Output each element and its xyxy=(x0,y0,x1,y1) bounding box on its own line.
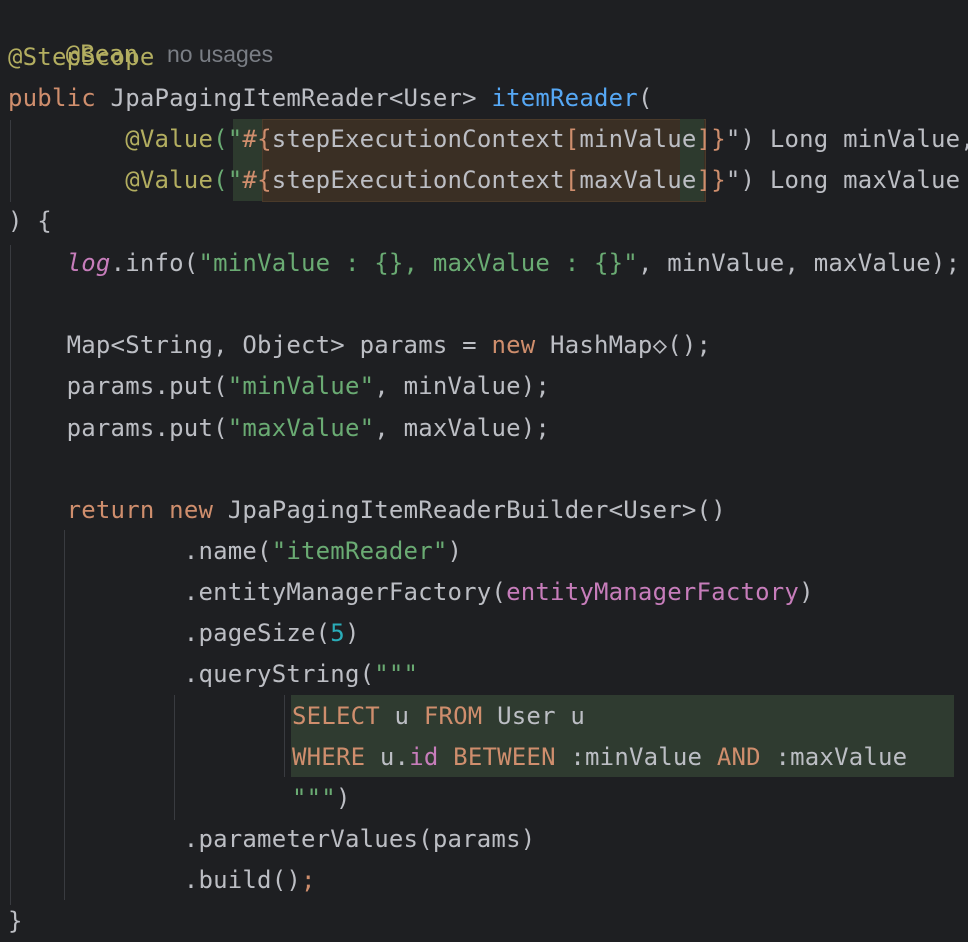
spel-bracket: [ xyxy=(564,125,580,153)
method-close: } xyxy=(8,907,23,935)
spel-bracket: ]} xyxy=(696,125,726,153)
code-line-2: @StepScope xyxy=(8,37,155,78)
text-block-close: """ xyxy=(292,784,336,812)
code-line-7: log.info("minValue : {}, maxValue : {}",… xyxy=(8,243,960,284)
usages-hint[interactable]: no usages xyxy=(167,41,273,67)
annotation-value: @Value xyxy=(125,166,214,194)
code-line-5: @Value("#{stepExecutionContext[maxValue]… xyxy=(8,160,960,201)
emf-call: .entityManagerFactory( xyxy=(183,578,507,606)
text-block-open: """ xyxy=(374,660,419,688)
string-open: (" xyxy=(213,166,243,194)
param-decl: ") Long minValue, xyxy=(725,125,968,153)
semicolon: ; xyxy=(301,866,316,894)
map-decl: Map<String, Object> params = xyxy=(66,331,492,359)
param-decl: ") Long maxValue xyxy=(725,166,961,194)
code-line-13: return new JpaPagingItemReaderBuilder<Us… xyxy=(8,490,726,531)
put-args: , minValue); xyxy=(374,372,551,400)
code-line-10: params.put("minValue", minValue); xyxy=(8,366,550,407)
paren: ) xyxy=(447,537,463,565)
code-line-6: ) { xyxy=(8,201,52,242)
code-line-16: .pageSize(5) xyxy=(8,613,360,654)
spel-hash: #{ xyxy=(242,125,272,153)
sql-keyword: WHERE xyxy=(292,743,366,771)
builder-ctor: JpaPagingItemReaderBuilder<User>() xyxy=(213,496,726,524)
sql-alias: u xyxy=(379,702,424,730)
paren: ) xyxy=(335,784,351,812)
annotation-stepscope: @StepScope xyxy=(8,43,155,71)
spel-bracket: ]} xyxy=(696,166,726,194)
paren: ) xyxy=(344,619,360,647)
string-literal: "maxValue" xyxy=(227,414,375,442)
code-line-11: params.put("maxValue", maxValue); xyxy=(8,408,550,449)
code-line-19: WHERE u.id BETWEEN :minValue AND :maxVal… xyxy=(292,737,907,778)
log-args: , minValue, maxValue); xyxy=(637,249,961,277)
sql-keyword: BETWEEN xyxy=(453,743,556,771)
log-info-call: .info( xyxy=(110,249,199,277)
code-line-21: .parameterValues(params) xyxy=(8,819,535,860)
code-line-22: .build(); xyxy=(8,860,316,901)
code-line-4: @Value("#{stepExecutionContext[minValue]… xyxy=(8,119,968,160)
method-name: itemReader xyxy=(491,84,638,112)
hashmap-ctor: HashMap◇(); xyxy=(535,331,712,359)
string-literal: "itemReader" xyxy=(271,537,448,565)
querystring-call: .queryString( xyxy=(183,660,375,688)
code-line-9: Map<String, Object> params = new HashMap… xyxy=(8,325,711,366)
code-line-3: public JpaPagingItemReader<User> itemRea… xyxy=(8,78,653,119)
spel-context: stepExecutionContext xyxy=(271,125,565,153)
spel-hash: #{ xyxy=(242,166,272,194)
sql-keyword: SELECT xyxy=(292,702,380,730)
code-editor[interactable]: @Bean no usages @StepScope public JpaPag… xyxy=(0,0,968,938)
method-open: ) { xyxy=(8,207,52,235)
log-field: log xyxy=(66,249,111,277)
return-type: JpaPagingItemReader<User> xyxy=(95,84,492,112)
put-call: params.put( xyxy=(66,372,228,400)
code-line-15: .entityManagerFactory(entityManagerFacto… xyxy=(8,572,814,613)
sql-param: :maxValue xyxy=(760,743,908,771)
put-call: params.put( xyxy=(66,414,228,442)
code-line-14: .name("itemReader") xyxy=(8,531,462,572)
sql-param: :minValue xyxy=(555,743,717,771)
keyword-return: return xyxy=(66,496,155,524)
code-line-20: """) xyxy=(292,778,351,819)
spel-context: stepExecutionContext xyxy=(271,166,565,194)
sql-alias: u. xyxy=(365,743,410,771)
keyword-new: new xyxy=(491,331,536,359)
sql-keyword: AND xyxy=(716,743,761,771)
parametervalues-call: .parameterValues(params) xyxy=(183,825,536,853)
pagesize-call: .pageSize( xyxy=(183,619,331,647)
code-line-23: } xyxy=(8,901,23,942)
spel-key: maxValue xyxy=(579,166,697,194)
sql-keyword: FROM xyxy=(423,702,483,730)
code-line-18: SELECT u FROM User u xyxy=(292,696,585,737)
string-literal: "minValue" xyxy=(227,372,375,400)
spel-key: minValue xyxy=(579,125,697,153)
sql-entity: User u xyxy=(482,702,586,730)
indent-guide xyxy=(174,695,175,820)
log-format-string: "minValue : {}, maxValue : {}" xyxy=(198,249,638,277)
paren: ) xyxy=(799,578,814,606)
paren: ( xyxy=(637,84,653,112)
indent-guide xyxy=(284,695,285,777)
build-call: .build() xyxy=(183,866,301,894)
keyword-public: public xyxy=(8,84,96,112)
field-reference: entityManagerFactory xyxy=(506,578,800,606)
code-line-17: .queryString(""" xyxy=(8,654,418,695)
number-literal: 5 xyxy=(330,619,345,647)
keyword-new: new xyxy=(169,496,214,524)
code-line-1: @Bean no usages xyxy=(8,0,273,68)
string-open: (" xyxy=(213,125,243,153)
put-args: , maxValue); xyxy=(374,414,551,442)
spel-bracket: [ xyxy=(564,166,580,194)
annotation-value: @Value xyxy=(125,125,214,153)
sql-field: id xyxy=(409,743,439,771)
name-call: .name( xyxy=(183,537,272,565)
